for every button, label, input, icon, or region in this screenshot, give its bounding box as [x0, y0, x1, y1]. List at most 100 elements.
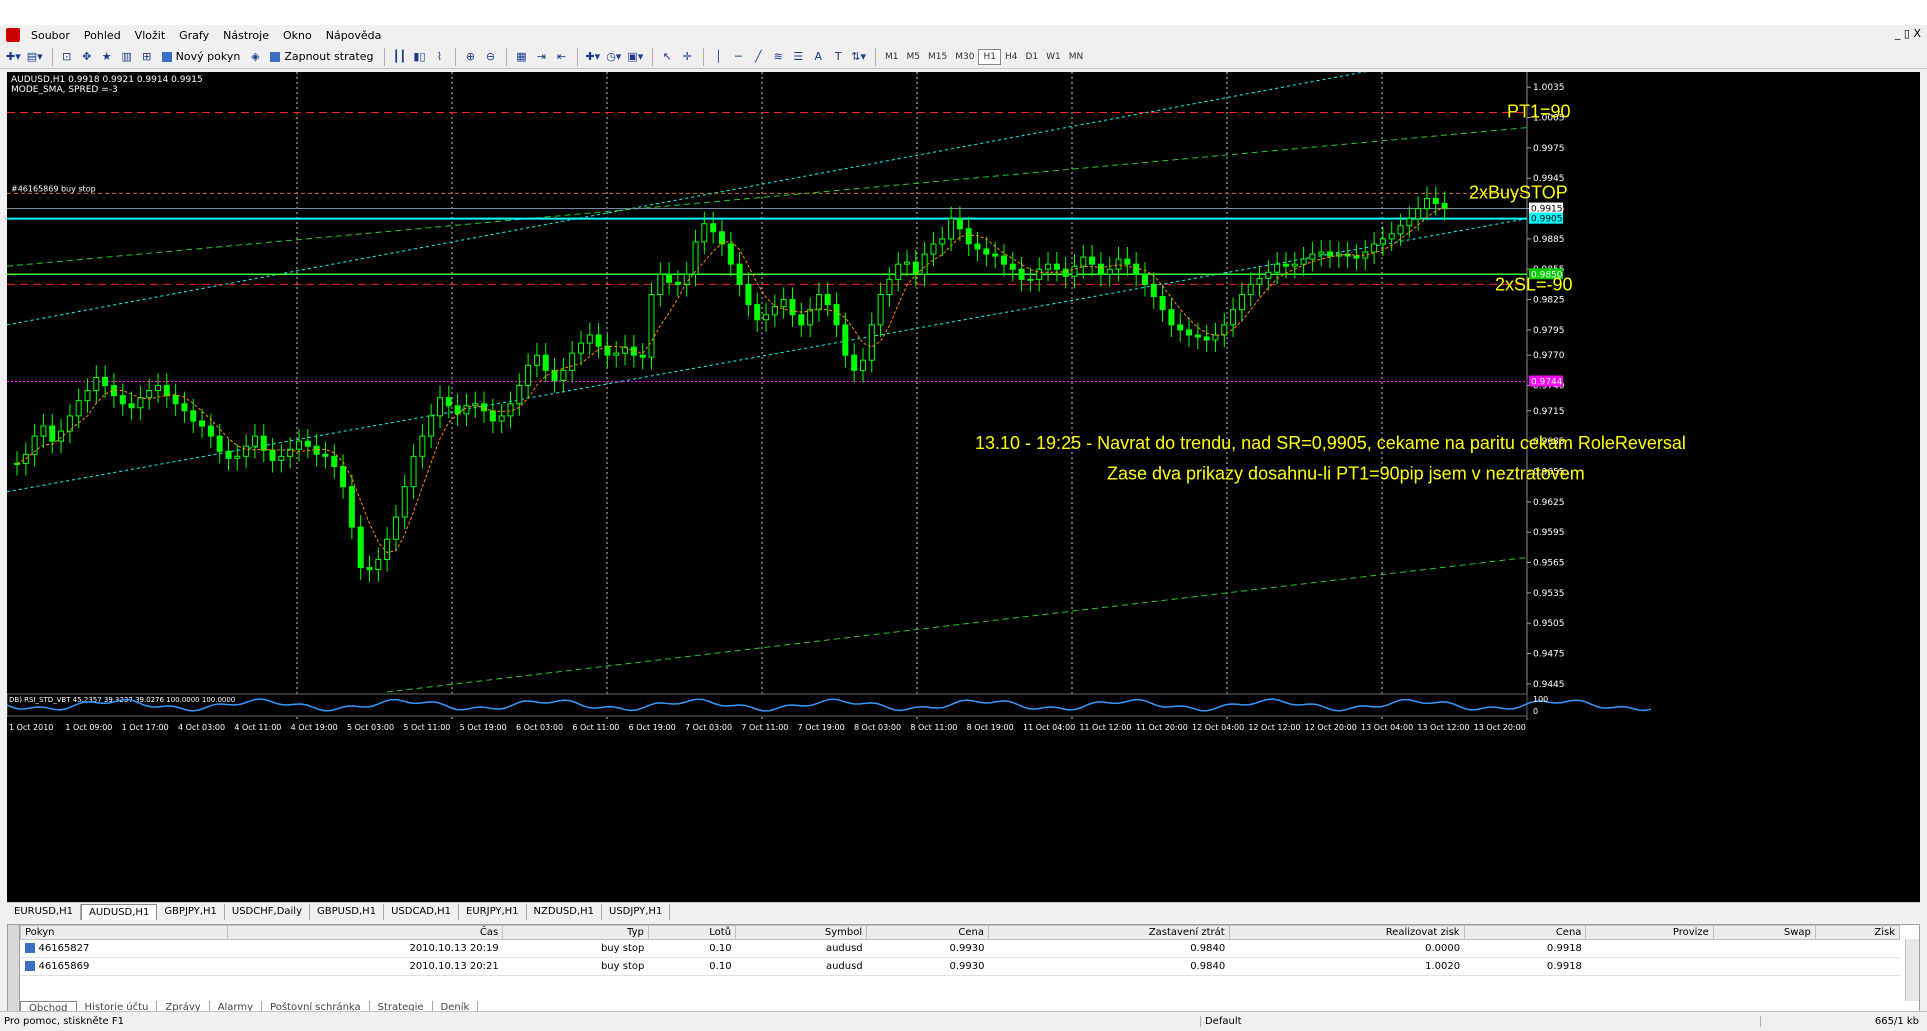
symbol-tab[interactable]: USDCHF,Daily — [225, 904, 310, 920]
timeframe-h4[interactable]: H4 — [1001, 49, 1022, 65]
column-header[interactable]: Realizovat zisk — [1228, 925, 1465, 940]
crosshair-icon[interactable]: ✛ — [678, 48, 696, 66]
timeframe-d1[interactable]: D1 — [1021, 49, 1042, 65]
timeframe-m15[interactable]: M15 — [924, 49, 951, 65]
app-icon[interactable] — [6, 28, 20, 42]
price-chart[interactable]: 1.00351.00050.99750.99450.99150.98850.98… — [7, 72, 1920, 902]
candle-body — [1282, 263, 1289, 267]
candle-body — [1124, 258, 1131, 265]
candle-body — [789, 299, 796, 316]
column-header[interactable]: Cena — [866, 925, 989, 940]
timeframe-mn[interactable]: MN — [1065, 49, 1088, 65]
price-tick-label: 0.9625 — [1533, 498, 1565, 508]
column-header[interactable]: Provize — [1585, 925, 1714, 940]
symbol-tab[interactable]: USDCAD,H1 — [384, 904, 460, 920]
candle-body — [542, 354, 549, 371]
autoscroll-icon[interactable]: ⇥ — [532, 48, 550, 66]
candle-body — [207, 425, 214, 437]
favorites-icon[interactable]: ★ — [98, 48, 116, 66]
menu-grafy[interactable]: Grafy — [172, 29, 216, 42]
line-chart-icon[interactable]: ⌇ — [430, 48, 448, 66]
column-header[interactable]: Swap — [1712, 925, 1816, 940]
text-icon[interactable]: A — [809, 48, 827, 66]
window-controls[interactable]: _ ▯ X — [1895, 27, 1921, 40]
candle-body — [75, 400, 82, 417]
candle-body — [49, 425, 56, 442]
candle-body — [454, 405, 461, 415]
label-icon[interactable]: T — [829, 48, 847, 66]
timeframe-w1[interactable]: W1 — [1042, 49, 1065, 65]
candle-body — [1177, 324, 1184, 331]
candle-body — [639, 354, 646, 358]
market-watch-icon[interactable]: ⊡ — [58, 48, 76, 66]
symbol-tab[interactable]: USDJPY,H1 — [602, 904, 671, 920]
candle-chart-icon[interactable]: ▮▯ — [410, 48, 428, 66]
candle-body — [674, 281, 681, 285]
price-tick-label: 1.0035 — [1533, 83, 1565, 93]
candle-body — [895, 263, 902, 280]
profiles-icon[interactable]: ▤▾ — [25, 48, 45, 66]
candle-body — [1089, 256, 1096, 265]
tester-icon[interactable]: ⊞ — [138, 48, 156, 66]
column-header[interactable]: Zisk — [1814, 925, 1901, 940]
time-tick-label: 12 Oct 04:00 — [1192, 723, 1244, 732]
symbol-tab[interactable]: EURJPY,H1 — [459, 904, 527, 920]
channel-icon[interactable]: ≋ — [769, 48, 787, 66]
cursor-icon[interactable]: ↖ — [658, 48, 676, 66]
column-header[interactable]: Typ — [502, 925, 649, 940]
timeframe-m1[interactable]: M1 — [881, 49, 903, 65]
horizontal-line-icon[interactable]: ─ — [729, 48, 747, 66]
autotrading-button[interactable]: Zapnout strateg — [266, 48, 377, 66]
menu-soubor[interactable]: Soubor — [24, 29, 77, 42]
symbol-tab[interactable]: AUDUSD,H1 — [81, 904, 158, 920]
timeframe-m5[interactable]: M5 — [903, 49, 925, 65]
timeframe-h1[interactable]: H1 — [978, 48, 1001, 65]
periods-icon[interactable]: ◷▾ — [604, 48, 623, 66]
column-header[interactable]: Čas — [226, 925, 504, 940]
order-label: #46165869 buy stop — [11, 184, 96, 193]
menu-pohled[interactable]: Pohled — [77, 29, 128, 42]
menu-napoveda[interactable]: Nápověda — [319, 29, 389, 42]
table-cell: 0.9930 — [866, 957, 989, 976]
new-order-label: Nový pokyn — [175, 50, 241, 63]
navigator-icon[interactable]: ✥ — [78, 48, 96, 66]
arrows-icon[interactable]: ⇅▾ — [849, 48, 868, 66]
candle-body — [1327, 251, 1334, 257]
column-header[interactable]: Pokyn — [20, 925, 228, 940]
candle-body — [445, 397, 452, 407]
timeframe-m30[interactable]: M30 — [951, 49, 978, 65]
symbol-tab[interactable]: EURUSD,H1 — [7, 904, 82, 920]
templates-icon[interactable]: ▣▾ — [625, 48, 645, 66]
new-chart-icon[interactable]: ✚▾ — [4, 48, 23, 66]
bar-chart-icon[interactable]: ┃┃ — [390, 48, 408, 66]
menu-okno[interactable]: Okno — [276, 29, 319, 42]
metaeditor-icon[interactable]: ◈ — [246, 48, 264, 66]
terminal-icon[interactable]: ▥ — [118, 48, 136, 66]
table-row[interactable]: 46165827 2010.10.13 20:19 buy stop 0.10 audu… — [20, 939, 1900, 958]
vertical-scrollbar[interactable] — [1905, 939, 1919, 1001]
candle-body — [234, 455, 241, 459]
menu-vlozit[interactable]: Vložit — [128, 29, 172, 42]
table-row[interactable]: 46165869 2010.10.13 20:21 buy stop 0.10 audu… — [20, 957, 1900, 976]
new-order-button[interactable]: Nový pokyn — [158, 48, 245, 66]
symbol-tab[interactable]: GBPUSD,H1 — [310, 904, 385, 920]
column-header[interactable]: Lotů — [647, 925, 737, 940]
symbol-tab[interactable]: NZDUSD,H1 — [527, 904, 603, 920]
column-header[interactable]: Symbol — [735, 925, 868, 940]
chart-window[interactable]: 1.00351.00050.99750.99450.99150.98850.98… — [7, 72, 1920, 912]
trendline-icon[interactable]: ╱ — [749, 48, 767, 66]
candle-body — [710, 223, 717, 233]
symbol-tab[interactable]: GBPJPY,H1 — [157, 904, 225, 920]
candle-body — [137, 397, 144, 409]
vertical-line-icon[interactable]: │ — [709, 48, 727, 66]
menu-nastroje[interactable]: Nástroje — [216, 29, 276, 42]
chart-shift-icon[interactable]: ⇤ — [552, 48, 570, 66]
column-header[interactable]: Cena — [1463, 925, 1587, 940]
column-header[interactable]: Zastavení ztrát — [988, 925, 1230, 940]
tile-icon[interactable]: ▦ — [512, 48, 530, 66]
indicators-icon[interactable]: ✚▾ — [583, 48, 602, 66]
zoom-out-icon[interactable]: ⊖ — [481, 48, 499, 66]
zoom-in-icon[interactable]: ⊕ — [461, 48, 479, 66]
candle-body — [807, 309, 814, 326]
fibonacci-icon[interactable]: ☰ — [789, 48, 807, 66]
